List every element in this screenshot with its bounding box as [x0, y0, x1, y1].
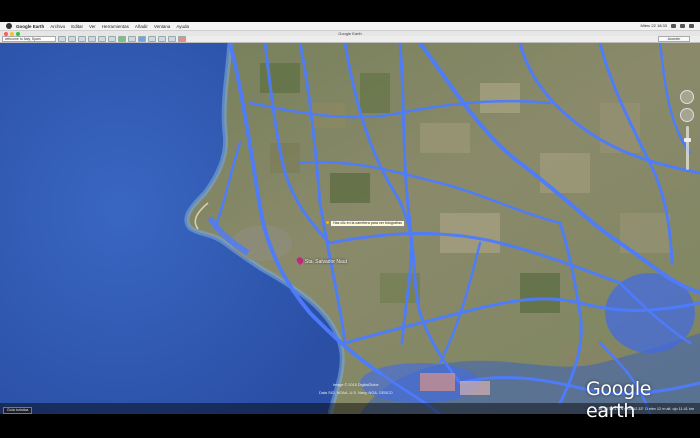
photo-marker-icon[interactable]	[326, 221, 329, 224]
map-view[interactable]: Haz clic en la carretera para ver fotogr…	[0, 43, 700, 414]
zoom-knob[interactable]	[683, 138, 691, 142]
ruler-icon[interactable]	[148, 36, 156, 42]
minimize-window-icon[interactable]	[10, 31, 14, 36]
sunlight-icon[interactable]	[128, 36, 136, 42]
menu-herramientas[interactable]: Herramientas	[102, 24, 129, 29]
attribution-line-1: Image © 2015 DigitalGlobe	[332, 383, 379, 387]
sign-in-button[interactable]: Acceder	[658, 36, 690, 42]
spotlight-icon[interactable]	[680, 24, 685, 28]
google-earth-logo: Google earth	[586, 378, 652, 422]
menu-ver[interactable]: Ver	[89, 24, 96, 29]
overlay-icon[interactable]	[98, 36, 106, 42]
menu-editar[interactable]: Editar	[71, 24, 83, 29]
placemark-icon[interactable]	[68, 36, 76, 42]
tour-guide-button[interactable]: Guía turística	[3, 407, 33, 414]
zoom-window-icon[interactable]	[16, 31, 20, 36]
polygon-icon[interactable]	[78, 36, 86, 42]
look-joystick-icon[interactable]	[680, 108, 694, 122]
zoom-slider[interactable]	[683, 126, 691, 170]
search-input[interactable]: welcome to Italy, Spain	[2, 36, 56, 42]
menu-ventana[interactable]: Ventana	[154, 24, 171, 29]
menu-ayuda[interactable]: Ayuda	[176, 24, 189, 29]
place-label[interactable]: Sta. Salvador Naut	[305, 259, 347, 265]
toolbar: welcome to Italy, Spain Acceder	[0, 36, 700, 43]
menu-anadir[interactable]: Añadir	[135, 24, 148, 29]
print-icon[interactable]	[168, 36, 176, 42]
notifications-icon[interactable]	[689, 24, 694, 28]
coordinates-readout: 36°38'35.17" N 6°18'12.33" O elev 12 m a…	[598, 407, 694, 411]
historical-imagery-icon[interactable]	[118, 36, 126, 42]
screen: Google Earth Archivo Editar Ver Herramie…	[0, 0, 700, 438]
imagery-attribution: Image © 2015 DigitalGlobe Data SIO, NOAA…	[319, 381, 393, 397]
sidebar-toggle-icon[interactable]	[58, 36, 66, 42]
planets-icon[interactable]	[138, 36, 146, 42]
path-icon[interactable]	[88, 36, 96, 42]
email-icon[interactable]	[158, 36, 166, 42]
attribution-line-2: Data SIO, NOAA, U.S. Navy, NGA, GEBCO	[319, 391, 393, 395]
google-maps-icon[interactable]	[178, 36, 186, 42]
navigation-controls	[680, 90, 694, 170]
menu-archivo[interactable]: Archivo	[50, 24, 65, 29]
record-tour-icon[interactable]	[108, 36, 116, 42]
compass-icon[interactable]	[680, 90, 694, 104]
satellite-imagery	[0, 43, 700, 414]
apple-menu-icon[interactable]	[6, 23, 12, 29]
menu-bar: Google Earth Archivo Editar Ver Herramie…	[0, 22, 700, 31]
close-window-icon[interactable]	[4, 31, 8, 36]
window-controls	[4, 31, 20, 36]
wifi-icon[interactable]	[671, 24, 676, 28]
menu-clock[interactable]: Miérc 22 18:33	[641, 24, 667, 28]
map-tooltip: Haz clic en la carretera para ver fotogr…	[330, 220, 405, 227]
menu-bar-extras: Miérc 22 18:33	[641, 24, 694, 28]
menu-app-name[interactable]: Google Earth	[16, 24, 44, 29]
